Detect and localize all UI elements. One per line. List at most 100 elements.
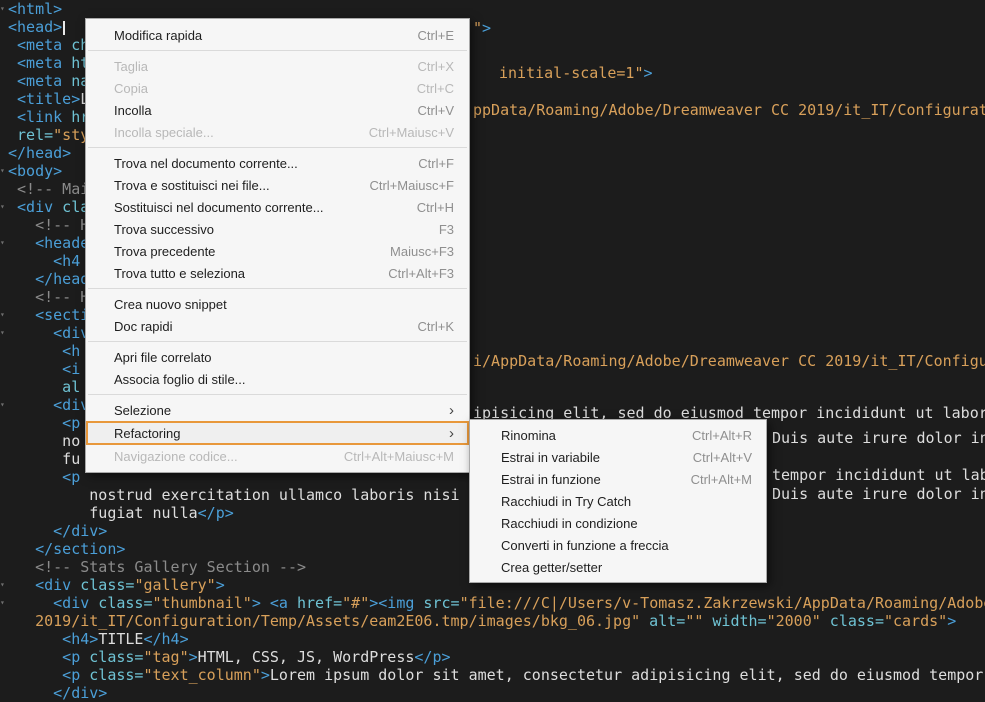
- code-token: <!-- Mai: [8, 180, 89, 198]
- context-menu-item-incolla-speciale[interactable]: Incolla speciale...Ctrl+Maiusc+V: [86, 121, 469, 143]
- refactoring-submenu-item-estrai-in-variabile[interactable]: Estrai in variabileCtrl+Alt+V: [470, 446, 766, 468]
- app-window: { "colors": { "editor_bg": "#1c1c1c", "t…: [0, 0, 985, 696]
- refactoring-submenu-item-racchiudi-in-try-catch[interactable]: Racchiudi in Try Catch: [470, 490, 766, 512]
- context-menu-item-sostituisci-nel-documento-corrente[interactable]: Sostituisci nel documento corrente... Ctr…: [86, 196, 469, 218]
- code-token: class=: [89, 594, 152, 612]
- code-token: fu: [8, 450, 80, 468]
- context-menu-item-refactoring[interactable]: Refactoring›: [86, 421, 469, 445]
- context-menu-item-modifica-rapida[interactable]: Modifica rapidaCtrl+E: [86, 24, 469, 46]
- code-fragment: Duis aute irure dolor in: [772, 429, 985, 447]
- submenu-arrow-icon: ›: [449, 426, 454, 441]
- menu-item-shortcut: Ctrl+Alt+F3: [388, 266, 454, 281]
- context-menu-item-trova-tutto-e-seleziona[interactable]: Trova tutto e seleziona Ctrl+Alt+F3: [86, 262, 469, 284]
- code-fold-arrow-icon[interactable]: ▾: [0, 0, 8, 18]
- code-token: ": [473, 19, 482, 37]
- code-token: src=: [414, 594, 459, 612]
- code-token: </p>: [414, 648, 450, 666]
- code-line: <p class="text_column">Lorem ipsum dolor…: [8, 666, 985, 684]
- code-token: <a: [261, 594, 288, 612]
- menu-item-shortcut: Ctrl+Maiusc+F: [369, 178, 454, 193]
- code-token: 2019/it_IT/Configuration/Temp/Assets/eam…: [8, 612, 640, 630]
- refactoring-submenu-item-converti-in-funzione-a-freccia[interactable]: Converti in funzione a freccia: [470, 534, 766, 556]
- context-menu-item-navigazione-codice[interactable]: Navigazione codice...Ctrl+Alt+Maiusc+M: [86, 445, 469, 467]
- context-menu-item-associa-foglio-di-stile[interactable]: Associa foglio di stile...: [86, 368, 469, 390]
- code-token: <secti: [8, 306, 89, 324]
- code-token: <div: [8, 576, 71, 594]
- code-token: <p: [8, 666, 80, 684]
- menu-separator: [88, 288, 467, 289]
- code-token: "thumbnail": [153, 594, 252, 612]
- code-token: >: [947, 612, 956, 630]
- menu-separator: [88, 394, 467, 395]
- menu-item-shortcut: Ctrl+C: [417, 81, 454, 96]
- code-fold-arrow-icon[interactable]: ▾: [0, 594, 8, 612]
- code-token: </h4>: [143, 630, 188, 648]
- code-token: TITLE: [98, 630, 143, 648]
- menu-item-shortcut: Ctrl+Alt+R: [692, 428, 752, 443]
- context-menu-item-trova-precedente[interactable]: Trova precedenteMaiusc+F3: [86, 240, 469, 262]
- code-token: "2000": [767, 612, 821, 630]
- menu-item-shortcut: F3: [439, 222, 454, 237]
- menu-item-label: Racchiudi in condizione: [501, 516, 752, 531]
- code-token: initial-scale=1": [499, 64, 644, 82]
- menu-item-shortcut: Ctrl+V: [418, 103, 454, 118]
- menu-item-label: Trova nel documento corrente...: [114, 156, 394, 171]
- menu-item-shortcut: Ctrl+H: [417, 200, 454, 215]
- refactoring-submenu-item-estrai-in-funzione[interactable]: Estrai in funzioneCtrl+Alt+M: [470, 468, 766, 490]
- code-line: 2019/it_IT/Configuration/Temp/Assets/eam…: [8, 612, 985, 630]
- code-token: <!-- H: [8, 216, 89, 234]
- menu-item-label: Taglia: [114, 59, 394, 74]
- code-token: al: [8, 378, 80, 396]
- menu-item-shortcut: Ctrl+E: [418, 28, 454, 43]
- context-menu-item-doc-rapidi[interactable]: Doc rapidiCtrl+K: [86, 315, 469, 337]
- code-token: >: [482, 19, 491, 37]
- code-fold-arrow-icon[interactable]: ▾: [0, 162, 8, 180]
- code-token: >: [216, 576, 225, 594]
- code-fold-arrow-icon[interactable]: ▾: [0, 396, 8, 414]
- menu-item-label: Selezione: [114, 403, 437, 418]
- refactoring-submenu-item-rinomina[interactable]: RinominaCtrl+Alt+R: [470, 424, 766, 446]
- menu-item-label: Trova precedente: [114, 244, 366, 259]
- context-menu-item-selezione[interactable]: Selezione›: [86, 399, 469, 421]
- context-menu-item-trova-e-sostituisci-nei-file[interactable]: Trova e sostituisci nei file...Ctrl+Maiu…: [86, 174, 469, 196]
- context-menu-item-apri-file-correlato[interactable]: Apri file correlato: [86, 346, 469, 368]
- menu-item-label: Racchiudi in Try Catch: [501, 494, 752, 509]
- code-token: </p>: [198, 504, 234, 522]
- code-token: ppData/Roaming/Adobe/Dreamweaver CC 2019…: [473, 101, 985, 119]
- code-token: <!-- Stats Gallery Section -->: [8, 558, 306, 576]
- code-fragment: initial-scale=1">: [499, 64, 653, 82]
- menu-item-shortcut: Ctrl+F: [418, 156, 454, 171]
- menu-item-label: Trova successivo: [114, 222, 415, 237]
- code-fragment: Duis aute irure dolor in: [772, 485, 985, 503]
- code-fold-arrow-icon[interactable]: ▾: [0, 234, 8, 252]
- context-menu-item-trova-nel-documento-corrente[interactable]: Trova nel documento corrente... Ctrl+F: [86, 152, 469, 174]
- code-token: HTML, CSS, JS, WordPress: [198, 648, 415, 666]
- code-fold-arrow-icon[interactable]: ▾: [0, 576, 8, 594]
- code-token: <meta: [8, 36, 62, 54]
- menu-item-label: Sostituisci nel documento corrente...: [114, 200, 393, 215]
- menu-item-label: Incolla: [114, 103, 394, 118]
- context-menu-item-incolla[interactable]: Incolla Ctrl+V: [86, 99, 469, 121]
- menu-separator: [88, 147, 467, 148]
- code-token: "text_column": [143, 666, 260, 684]
- menu-item-label: Trova tutto e seleziona: [114, 266, 364, 281]
- menu-item-label: Estrai in funzione: [501, 472, 667, 487]
- code-token: >: [189, 648, 198, 666]
- code-token: "tag": [143, 648, 188, 666]
- code-token: class=: [80, 666, 143, 684]
- code-token: "#": [342, 594, 369, 612]
- context-menu-item-taglia[interactable]: TagliaCtrl+X: [86, 55, 469, 77]
- code-fold-arrow-icon[interactable]: ▾: [0, 198, 8, 216]
- refactoring-submenu-item-crea-getter-setter[interactable]: Crea getter/setter: [470, 556, 766, 578]
- refactoring-submenu-item-racchiudi-in-condizione[interactable]: Racchiudi in condizione: [470, 512, 766, 534]
- context-menu-item-crea-nuovo-snippet[interactable]: Crea nuovo snippet: [86, 293, 469, 315]
- text-caret: [63, 21, 65, 35]
- code-fold-arrow-icon[interactable]: ▾: [0, 324, 8, 342]
- code-fold-arrow-icon[interactable]: ▾: [0, 306, 8, 324]
- menu-item-shortcut: Ctrl+Alt+Maiusc+M: [344, 449, 454, 464]
- code-token: <html>: [8, 0, 62, 18]
- code-token: <meta: [8, 54, 62, 72]
- context-menu-item-copia[interactable]: CopiaCtrl+C: [86, 77, 469, 99]
- context-menu-item-trova-successivo[interactable]: Trova successivo F3: [86, 218, 469, 240]
- code-token: href=: [288, 594, 342, 612]
